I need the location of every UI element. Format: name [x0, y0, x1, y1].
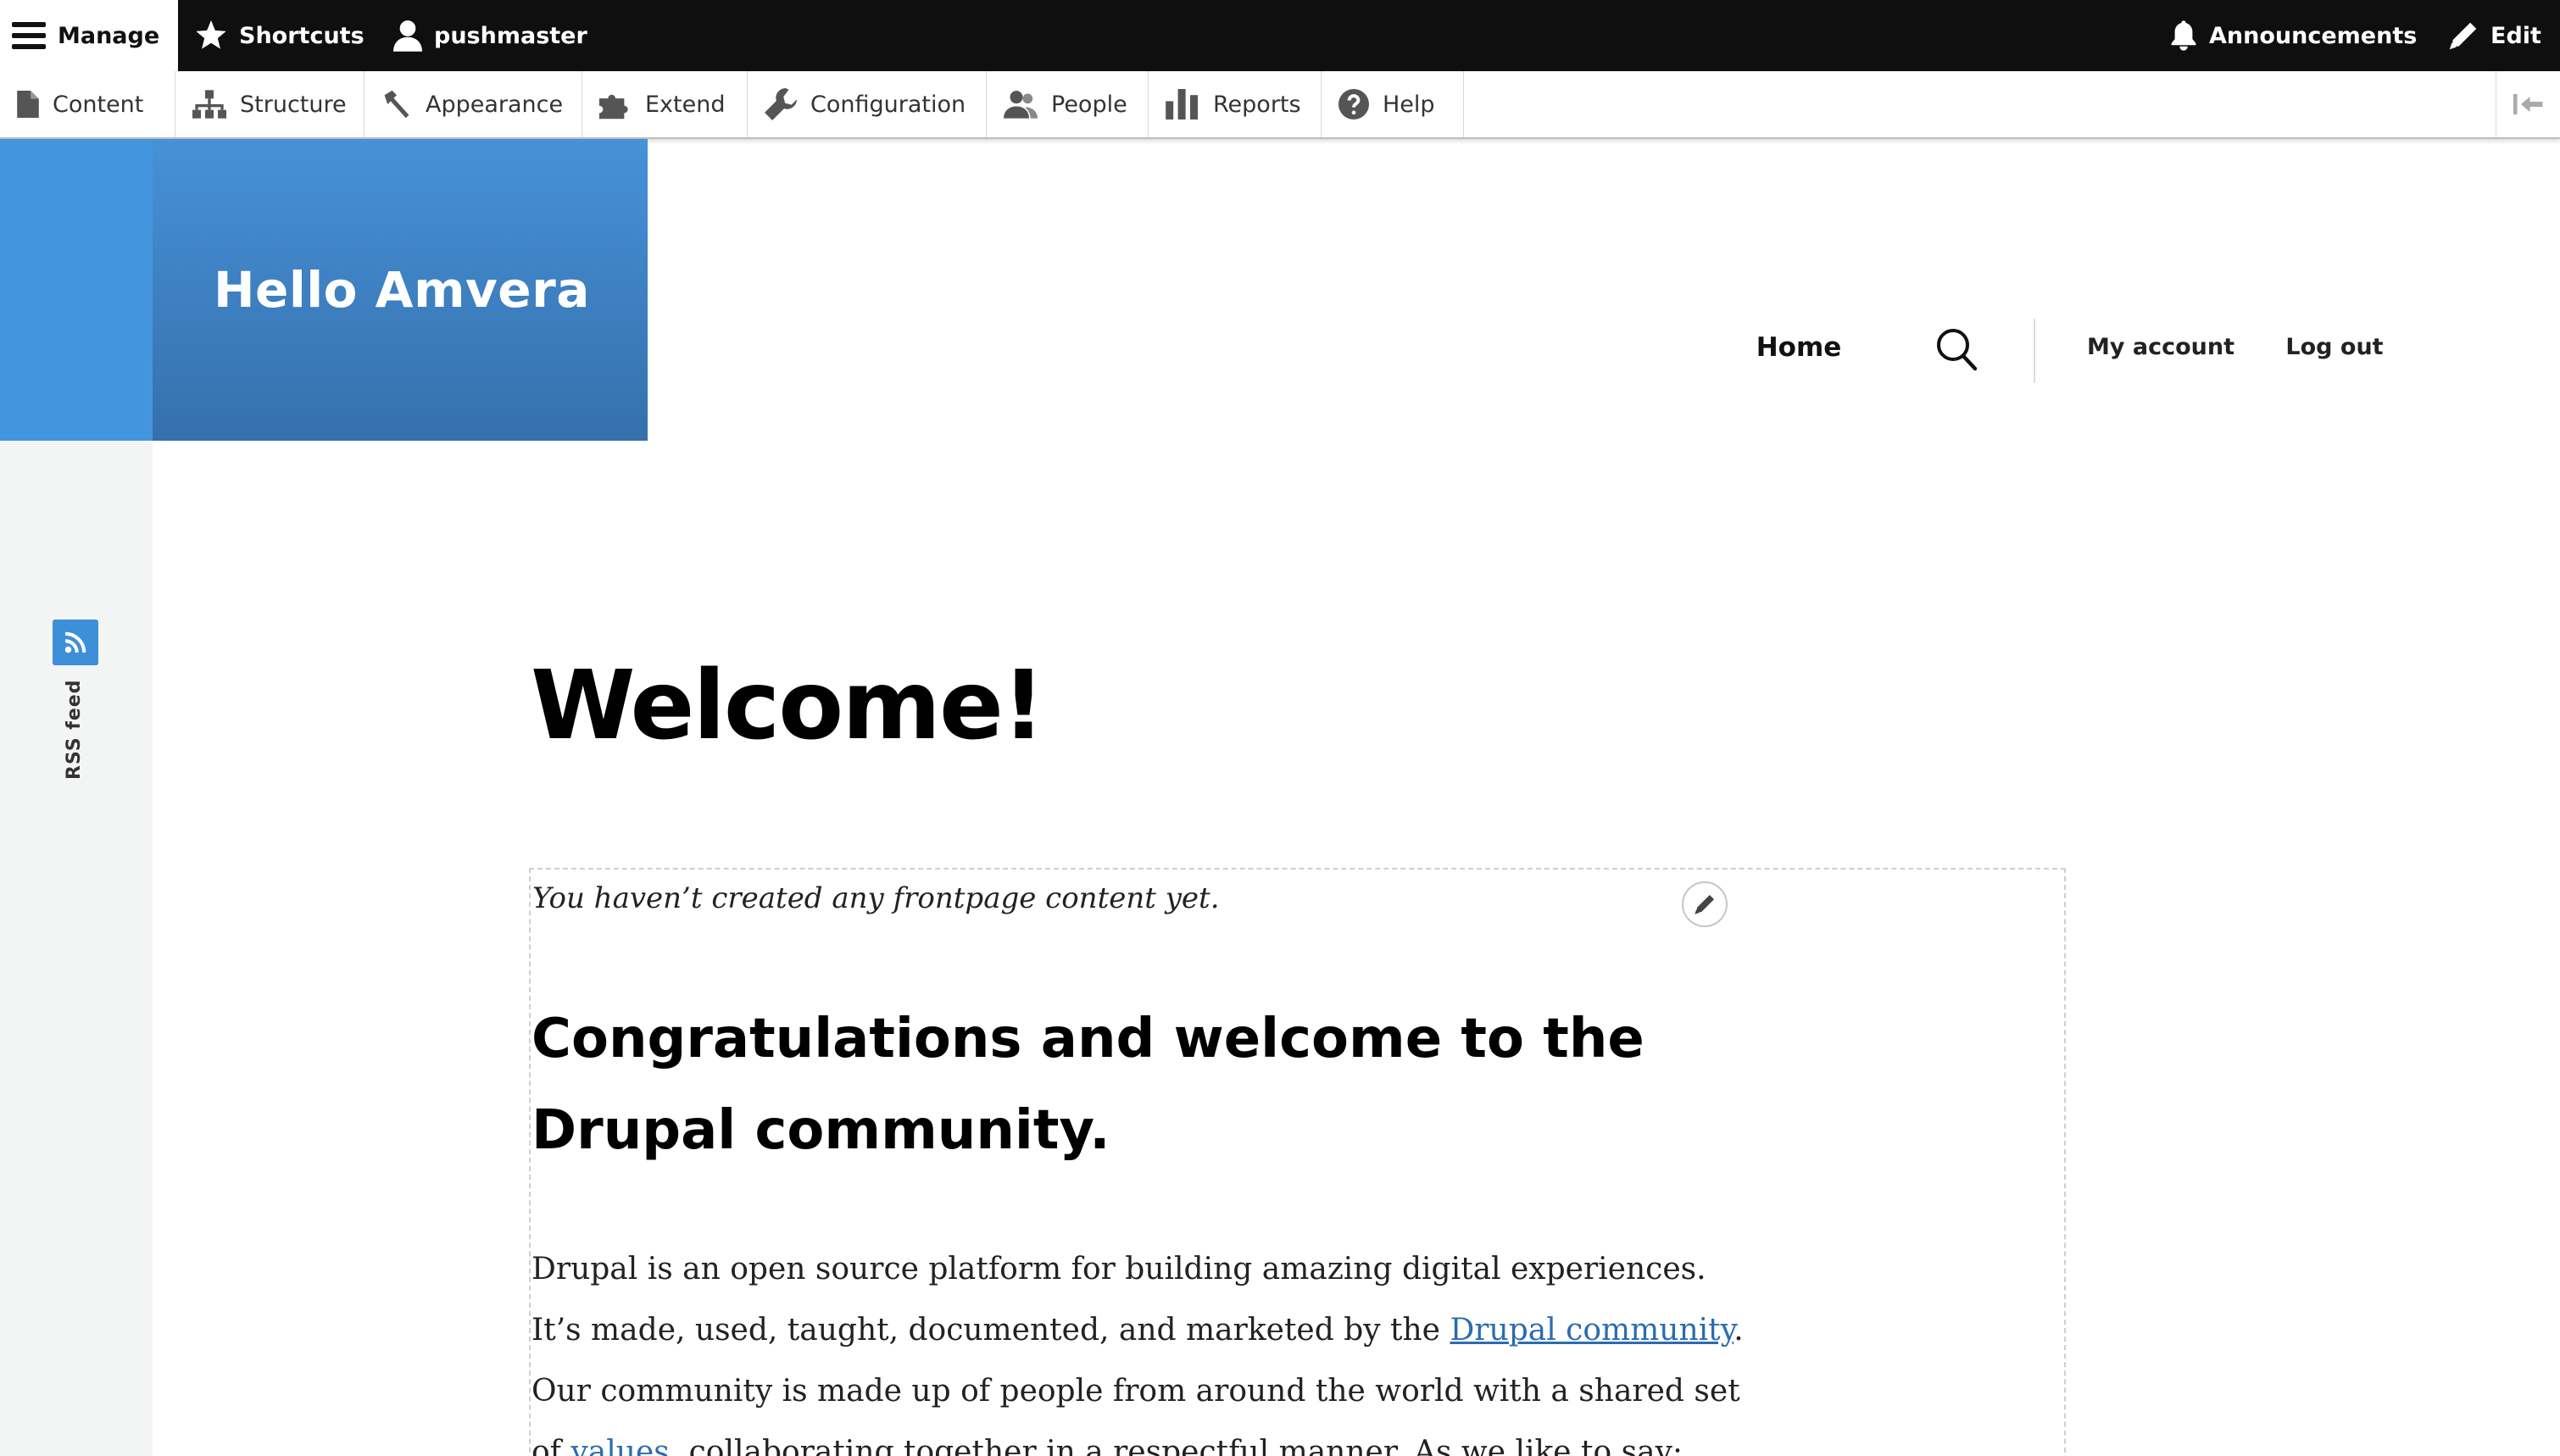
bell-icon — [2171, 20, 2196, 51]
contextual-edit-button[interactable] — [1682, 881, 1728, 927]
my-account-link[interactable]: My account — [2087, 334, 2234, 360]
admin-tray: Content Structure Appearance Extend Conf… — [0, 71, 2560, 139]
question-icon — [1338, 89, 1369, 119]
empty-content-message: You haven’t created any frontpage conten… — [532, 881, 1220, 915]
announcements-label: Announcements — [2209, 22, 2418, 49]
announcements-tab[interactable]: Announcements — [2153, 0, 2434, 71]
intro-text-3: , col­laborating together in a respectfu… — [669, 1435, 1683, 1456]
welcome-heading: Congratulations and welcome to the Drupa… — [531, 1008, 1645, 1162]
nav-divider — [2034, 319, 2035, 383]
wrench-icon — [765, 88, 797, 120]
shortcuts-tab[interactable]: Shortcuts — [178, 0, 381, 71]
manage-tab[interactable]: Manage — [0, 0, 178, 71]
page-title: Welcome! — [531, 651, 1045, 761]
collapse-tray-button[interactable] — [2496, 71, 2560, 137]
tray-label-content: Content — [53, 91, 144, 118]
tray-item-structure[interactable]: Structure — [175, 71, 365, 137]
bar-chart-icon — [1166, 89, 1198, 119]
collapse-icon — [2513, 94, 2542, 114]
rss-feed-button[interactable] — [53, 620, 98, 665]
people-icon — [1004, 91, 1038, 119]
tray-label-extend: Extend — [645, 91, 726, 118]
header-left-accent — [0, 139, 153, 441]
pencil-icon — [1695, 894, 1715, 914]
tray-label-people: People — [1051, 91, 1127, 118]
tray-item-content[interactable]: Content — [0, 71, 175, 137]
star-icon — [196, 20, 226, 49]
hammer-icon — [384, 90, 409, 119]
rss-feed-label[interactable]: RSS feed — [64, 680, 85, 780]
user-icon — [393, 20, 422, 52]
puzzle-icon — [599, 94, 628, 119]
search-icon — [1937, 329, 1978, 371]
tray-item-help[interactable]: Help — [1322, 71, 1464, 137]
rss-icon — [64, 631, 86, 653]
edit-tab[interactable]: Edit — [2431, 0, 2558, 71]
manage-label: Manage — [58, 22, 160, 49]
tray-item-extend[interactable]: Extend — [582, 71, 748, 137]
tray-item-appearance[interactable]: Appearance — [365, 71, 582, 137]
drupal-community-link[interactable]: Drupal community — [1450, 1313, 1734, 1348]
pencil-icon — [2449, 22, 2477, 50]
file-icon — [17, 91, 39, 118]
site-branding: Hello Amvera — [153, 139, 648, 441]
site-name[interactable]: Hello Amvera — [214, 261, 590, 319]
values-link[interactable]: values — [570, 1435, 669, 1456]
tray-label-structure: Structure — [240, 91, 347, 118]
user-tab[interactable]: pushmaster — [376, 0, 604, 71]
intro-paragraph: Drupal is an open source platform for bu… — [531, 1239, 1752, 1456]
search-button[interactable] — [1936, 327, 1978, 371]
tray-label-appearance: Appearance — [426, 91, 564, 118]
sitemap-icon — [192, 90, 226, 119]
hamburger-icon — [12, 22, 46, 49]
tray-label-reports: Reports — [1213, 91, 1301, 118]
shortcuts-label: Shortcuts — [239, 22, 365, 49]
admin-toolbar: Manage Shortcuts pushmaster Announcement… — [0, 0, 2560, 71]
tray-label-help: Help — [1383, 91, 1435, 118]
tray-label-configuration: Configuration — [810, 91, 966, 118]
log-out-link[interactable]: Log out — [2285, 334, 2383, 360]
nav-home-link[interactable]: Home — [1756, 332, 1842, 363]
edit-label: Edit — [2490, 22, 2541, 49]
tray-item-people[interactable]: People — [987, 71, 1149, 137]
tray-item-configuration[interactable]: Configuration — [748, 71, 987, 137]
tray-item-reports[interactable]: Reports — [1149, 71, 1322, 137]
user-label: pushmaster — [434, 22, 587, 49]
